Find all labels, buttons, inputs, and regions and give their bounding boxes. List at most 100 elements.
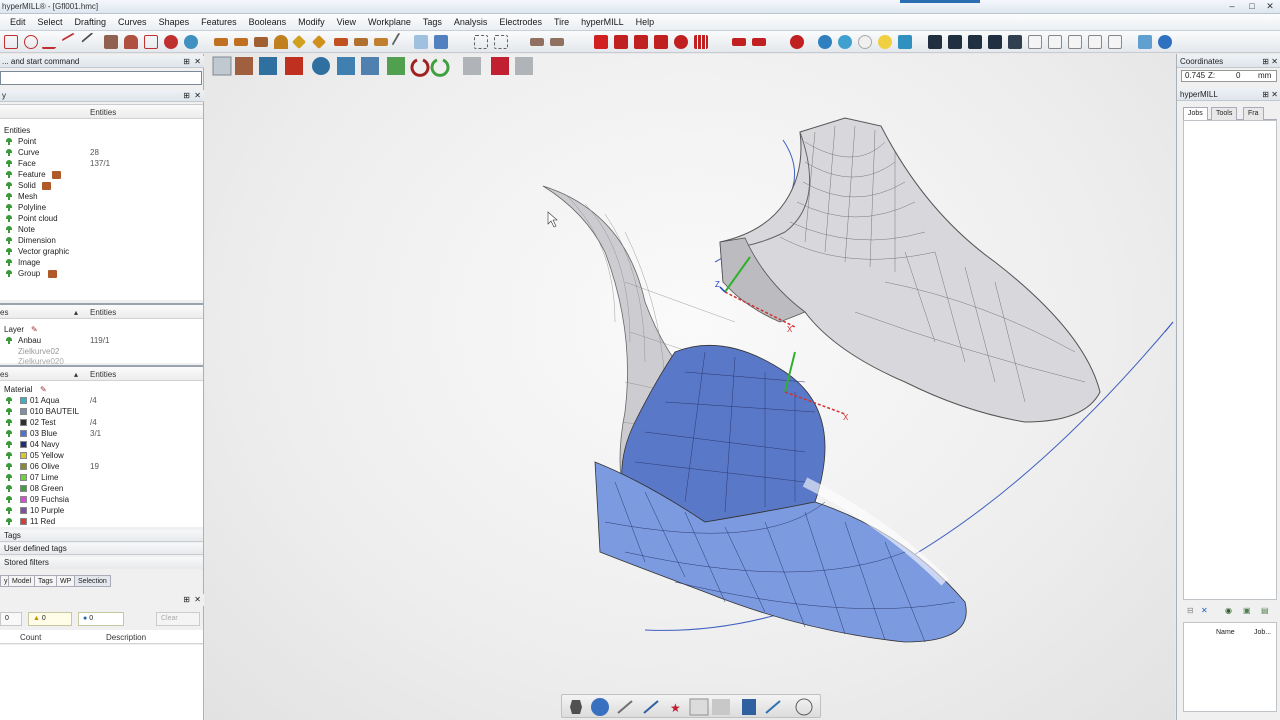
torus-icon[interactable] bbox=[838, 35, 852, 49]
sort-arrow-icon[interactable]: ▴ bbox=[74, 308, 78, 317]
view-hidden-icon[interactable] bbox=[1108, 35, 1122, 49]
entity-row-curve[interactable]: Curve 28 bbox=[0, 147, 203, 158]
face-extend-icon[interactable] bbox=[214, 38, 228, 46]
material-row[interactable]: 10 Purple bbox=[0, 505, 203, 516]
analysis-tool-icon[interactable] bbox=[361, 57, 379, 75]
visibility-pin-icon[interactable] bbox=[6, 138, 12, 145]
close-icon[interactable]: ✕ bbox=[194, 594, 201, 606]
shaded-mode-icon[interactable] bbox=[491, 57, 509, 75]
material-row[interactable]: 11 Red bbox=[0, 516, 203, 527]
pin-icon[interactable]: ⊞ bbox=[1262, 55, 1269, 68]
menu-curves[interactable]: Curves bbox=[112, 17, 153, 27]
repeat-icon[interactable] bbox=[463, 57, 481, 75]
entity-row-solid[interactable]: Solid bbox=[0, 180, 203, 191]
face-blue-icon[interactable] bbox=[434, 35, 448, 49]
face-split-icon[interactable] bbox=[354, 38, 368, 46]
material-swatch[interactable] bbox=[20, 452, 27, 459]
user-tags-row[interactable]: User defined tags bbox=[0, 543, 203, 555]
delete-job-icon[interactable]: ✕ bbox=[1201, 606, 1208, 615]
solid-pattern-icon[interactable] bbox=[694, 35, 708, 49]
tab-jobs[interactable]: Jobs bbox=[1183, 107, 1208, 120]
layer-row-anbau[interactable]: Anbau 119/1 bbox=[0, 335, 203, 346]
material-row[interactable]: 04 Navy bbox=[0, 439, 203, 450]
material-swatch[interactable] bbox=[20, 518, 27, 525]
visibility-pin-icon[interactable] bbox=[6, 507, 12, 514]
rectangle-icon[interactable] bbox=[4, 35, 18, 49]
spline-icon[interactable] bbox=[61, 32, 81, 52]
ellipsoid-icon[interactable] bbox=[858, 35, 872, 49]
stored-filters-row[interactable]: Stored filters bbox=[0, 557, 203, 569]
view-front-icon[interactable] bbox=[948, 35, 962, 49]
error-filter-button[interactable]: 0 bbox=[0, 612, 22, 626]
view-back-icon[interactable] bbox=[968, 35, 982, 49]
material-swatch[interactable] bbox=[20, 397, 27, 404]
menu-electrodes[interactable]: Electrodes bbox=[493, 17, 548, 27]
face-trim-icon[interactable] bbox=[254, 37, 268, 47]
visibility-pin-icon[interactable] bbox=[6, 452, 12, 459]
pin-icon[interactable]: ⊞ bbox=[1262, 88, 1269, 101]
material-row[interactable]: 01 Aqua/4 bbox=[0, 395, 203, 406]
menu-features[interactable]: Features bbox=[195, 17, 243, 27]
info-filter-button[interactable]: ● 0 bbox=[78, 612, 124, 626]
entity-row-mesh[interactable]: Mesh bbox=[0, 191, 203, 202]
solid-hole-icon[interactable] bbox=[674, 35, 688, 49]
copy-icon[interactable] bbox=[494, 35, 508, 49]
sphere-icon[interactable] bbox=[818, 35, 832, 49]
visibility-pin-icon[interactable] bbox=[6, 259, 12, 266]
line-icon[interactable] bbox=[81, 32, 101, 52]
shell-icon[interactable] bbox=[530, 38, 544, 46]
close-icon[interactable]: ✕ bbox=[194, 56, 201, 68]
close-icon[interactable]: ✕ bbox=[194, 90, 201, 102]
snap-icon[interactable] bbox=[712, 699, 730, 715]
material-swatch[interactable] bbox=[20, 507, 27, 514]
close-button[interactable]: ✕ bbox=[1260, 1, 1280, 12]
tool-icon[interactable] bbox=[742, 699, 756, 715]
entity-row-feature[interactable]: Feature bbox=[0, 169, 203, 180]
material-row[interactable]: 06 Olive 19 bbox=[0, 461, 203, 472]
solid-cut-icon[interactable] bbox=[732, 38, 746, 46]
visibility-pin-icon[interactable] bbox=[6, 193, 12, 200]
entity-row-face[interactable]: Face 137/1 bbox=[0, 158, 203, 169]
shading-icon[interactable] bbox=[570, 700, 582, 714]
coordinate-readout[interactable]: 0.745 Z: 0 mm bbox=[1181, 70, 1277, 82]
material-row[interactable]: 010 BAUTEIL bbox=[0, 406, 203, 417]
view-shaded-icon[interactable] bbox=[1068, 35, 1082, 49]
visibility-pin-icon[interactable] bbox=[6, 248, 12, 255]
menu-tire[interactable]: Tire bbox=[548, 17, 575, 27]
model-scene[interactable]: Z X X bbox=[205, 82, 1175, 702]
entity-row-note[interactable]: Note bbox=[0, 224, 203, 235]
select-mode-icon[interactable] bbox=[212, 56, 232, 76]
visibility-pin-icon[interactable] bbox=[6, 182, 12, 189]
tab-wp[interactable]: WP bbox=[56, 575, 76, 587]
solid-union-icon[interactable] bbox=[614, 35, 628, 49]
material-entities-column[interactable]: Entities bbox=[90, 370, 116, 379]
description-column[interactable]: Description bbox=[106, 633, 146, 642]
warning-filter-button[interactable]: ▲ 0 bbox=[28, 612, 72, 626]
job-list[interactable] bbox=[1183, 120, 1277, 600]
entities-column[interactable]: Entities bbox=[90, 108, 116, 117]
visibility-pin-icon[interactable] bbox=[6, 204, 12, 211]
workplane-tool-icon[interactable] bbox=[259, 57, 277, 75]
command-input[interactable] bbox=[0, 71, 202, 85]
pencil-icon[interactable] bbox=[617, 700, 633, 714]
visibility-pin-icon[interactable] bbox=[6, 518, 12, 525]
undo-icon[interactable] bbox=[410, 58, 430, 77]
gear-tool-icon[interactable] bbox=[312, 57, 330, 75]
curve-tool-icon[interactable] bbox=[387, 57, 405, 75]
material-row[interactable]: 03 Blue 3/1 bbox=[0, 428, 203, 439]
entity-row-polyline[interactable]: Polyline bbox=[0, 202, 203, 213]
solid-sphere-icon[interactable] bbox=[790, 35, 804, 49]
view-left-icon[interactable] bbox=[988, 35, 1002, 49]
visibility-pin-icon[interactable] bbox=[6, 226, 12, 233]
tab-tags[interactable]: Tags bbox=[34, 575, 57, 587]
solid-subtract-icon[interactable] bbox=[634, 35, 648, 49]
visibility-pin-icon[interactable] bbox=[6, 215, 12, 222]
revolve-icon[interactable] bbox=[124, 35, 138, 49]
material-swatch[interactable] bbox=[20, 419, 27, 426]
maximize-button[interactable]: □ bbox=[1242, 1, 1262, 12]
component-icon[interactable] bbox=[235, 57, 253, 75]
redo-icon[interactable] bbox=[430, 58, 450, 77]
tab-frames[interactable]: Fra bbox=[1243, 107, 1264, 120]
tab-selection[interactable]: Selection bbox=[74, 575, 111, 587]
wireframe-globe-icon[interactable] bbox=[795, 698, 813, 716]
